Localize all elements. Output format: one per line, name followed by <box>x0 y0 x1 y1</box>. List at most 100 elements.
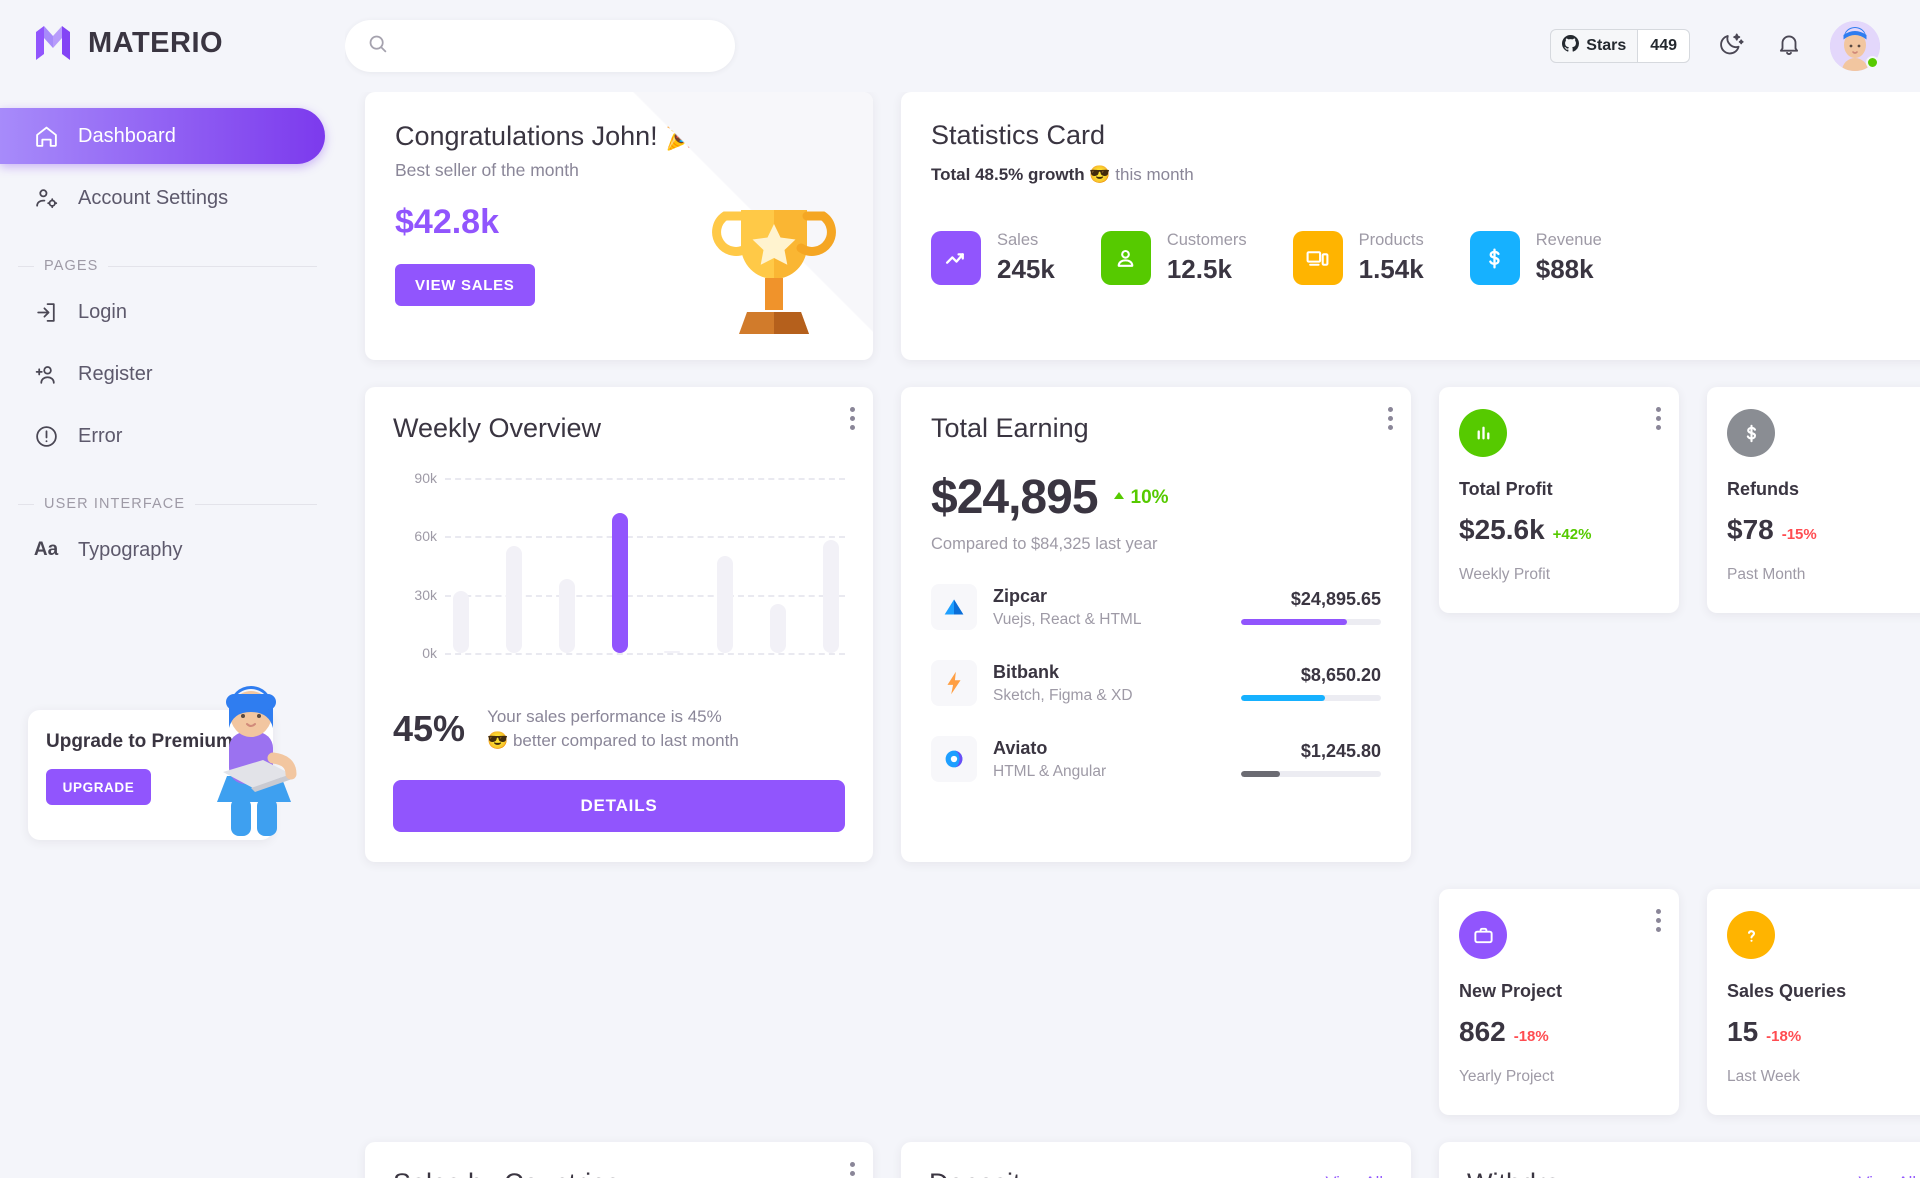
account-icon <box>1100 231 1151 285</box>
earning-menu-button[interactable] <box>1388 407 1393 434</box>
view-sales-button[interactable]: VIEW SALES <box>395 264 535 306</box>
mini-value: $25.6k <box>1459 514 1545 545</box>
sidebar-item-label: Dashboard <box>78 124 176 147</box>
sidebar-item-account-settings[interactable]: Account Settings <box>0 170 325 226</box>
sidebar-item-dashboard[interactable]: Dashboard <box>0 108 325 164</box>
weekly-bar-chart: 0k 30k 60k 90k <box>393 470 845 689</box>
total-profit-menu-button[interactable] <box>1656 407 1661 434</box>
chart-bar[interactable] <box>453 590 469 653</box>
stat-value: 245k <box>997 254 1055 284</box>
stat-value: 1.54k <box>1358 254 1424 284</box>
weekly-menu-button[interactable] <box>850 407 855 434</box>
github-stars-badge[interactable]: Stars 449 <box>1550 29 1690 63</box>
stat-products: Products 1.54k <box>1292 231 1424 285</box>
chart-bar[interactable] <box>717 555 734 653</box>
deposit-title: Deposit <box>929 1168 1021 1178</box>
earning-delta: 10% <box>1112 487 1169 509</box>
home-icon <box>32 122 60 150</box>
withdraw-view-all-link[interactable]: View All <box>1859 1174 1916 1178</box>
growth-emoji: 😎 <box>1089 165 1111 184</box>
search-box[interactable] <box>345 20 735 72</box>
chart-y-tick: 0k <box>422 645 437 661</box>
chart-bar[interactable] <box>822 540 839 653</box>
earning-item-name: Aviato <box>993 737 1048 758</box>
details-button[interactable]: DETAILS <box>393 780 845 832</box>
performance-line1: Your sales performance is 45% <box>487 706 722 726</box>
chart-bar[interactable] <box>558 579 575 653</box>
congrats-title: Congratulations John! 🎉 <box>395 121 699 151</box>
earning-item-value: $8,650.20 <box>1300 665 1381 685</box>
search-input[interactable] <box>400 36 713 56</box>
sidebar-item-typography[interactable]: Aa Typography <box>0 522 325 578</box>
earning-item-progress <box>1241 619 1381 625</box>
sidebar-item-register[interactable]: Register <box>0 346 325 402</box>
weekly-performance-text: Your sales performance is 45% 😎 better c… <box>487 705 739 754</box>
notifications-button[interactable] <box>1772 29 1806 63</box>
chart-bar[interactable] <box>664 651 681 653</box>
mini-subtitle: Weekly Profit <box>1459 566 1551 583</box>
woman-with-laptop-illustration <box>193 680 311 840</box>
mini-title: New Project <box>1459 981 1563 1001</box>
new-project-menu-button[interactable] <box>1656 909 1661 936</box>
earning-compared: Compared to $84,325 last year <box>931 535 1158 553</box>
topbar-actions: Stars 449 <box>1550 21 1880 71</box>
mini-title: Total Profit <box>1459 479 1553 499</box>
mini-subtitle: Last Week <box>1727 1068 1800 1085</box>
mini-subtitle: Yearly Project <box>1459 1068 1555 1085</box>
mini-value: $78 <box>1727 514 1774 545</box>
mini-subtitle: Past Month <box>1727 566 1806 583</box>
bitbank-logo-icon <box>931 660 977 706</box>
chart-bar[interactable] <box>505 546 522 653</box>
github-stars-button[interactable]: Stars <box>1550 29 1639 63</box>
congratulations-card: Congratulations John! 🎉 Best seller of t… <box>365 92 873 360</box>
stat-value: $88k <box>1535 254 1594 284</box>
search-icon <box>367 33 388 59</box>
main-area: Stars 449 Congratulations John! 🎉 Best s… <box>345 0 1920 1178</box>
stat-label: Customers <box>1166 231 1247 249</box>
dashboard-content: Congratulations John! 🎉 Best seller of t… <box>345 92 1920 1178</box>
performance-line2: better compared to last month <box>512 731 739 751</box>
earning-amount: $24,895 <box>931 471 1099 524</box>
divider <box>18 503 34 505</box>
stat-value: 12.5k <box>1166 254 1232 284</box>
chart-y-axis: 0k 30k 60k 90k <box>393 470 437 667</box>
section-title: PAGES <box>44 258 99 274</box>
aviato-logo-icon <box>931 736 977 782</box>
sidebar: MATERIO Dashboard Account Settings PAGES… <box>0 0 345 1178</box>
earning-item-value: $24,895.65 <box>1290 589 1381 609</box>
moon-stars-icon <box>1718 31 1744 62</box>
deposit-view-all-link[interactable]: View All <box>1326 1174 1383 1178</box>
sidebar-item-login[interactable]: Login <box>0 284 325 340</box>
upgrade-premium-card: Upgrade to Premium UPGRADE <box>28 686 297 840</box>
deposit-card: Deposit View All Gumroad Account Se <box>901 1142 1411 1178</box>
chart-bar[interactable] <box>770 604 787 653</box>
upgrade-button[interactable]: UPGRADE <box>46 769 151 806</box>
sidebar-item-error[interactable]: Error <box>0 408 325 464</box>
mini-value: 15 <box>1727 1016 1759 1047</box>
more-vertical-icon <box>1656 909 1661 914</box>
caret-up-icon <box>1112 487 1126 509</box>
avatar[interactable] <box>1830 21 1880 71</box>
performance-emoji: 😎 <box>487 731 509 751</box>
sidebar-item-label: Typography <box>78 538 183 561</box>
brand[interactable]: MATERIO <box>0 0 345 86</box>
more-vertical-icon <box>1388 407 1393 412</box>
sidebar-item-label: Account Settings <box>78 186 229 209</box>
earning-amount-row: $24,895 10% <box>931 470 1381 525</box>
app-root: MATERIO Dashboard Account Settings PAGES… <box>0 0 1920 1178</box>
chart-y-tick: 90k <box>414 470 437 486</box>
theme-toggle-button[interactable] <box>1714 29 1748 63</box>
more-vertical-icon <box>1656 407 1661 412</box>
sidebar-section-pages: PAGES <box>0 232 345 284</box>
mini-title: Sales Queries <box>1727 981 1847 1001</box>
sidebar-item-label: Login <box>78 300 127 323</box>
dashboard-grid: Congratulations John! 🎉 Best seller of t… <box>365 92 1920 1178</box>
statistics-card: Statistics Card Total 48.5% growth 😎 thi… <box>901 92 1920 360</box>
bell-icon <box>1776 31 1802 62</box>
stat-revenue: Revenue $88k <box>1469 231 1602 285</box>
earning-item-aviato: Aviato HTML & Angular $1,245.80 <box>931 736 1381 782</box>
growth-suffix: this month <box>1115 165 1194 184</box>
chart-bar[interactable] <box>611 513 628 653</box>
countries-menu-button[interactable] <box>850 1162 855 1178</box>
statistics-title: Statistics Card <box>931 120 1106 150</box>
